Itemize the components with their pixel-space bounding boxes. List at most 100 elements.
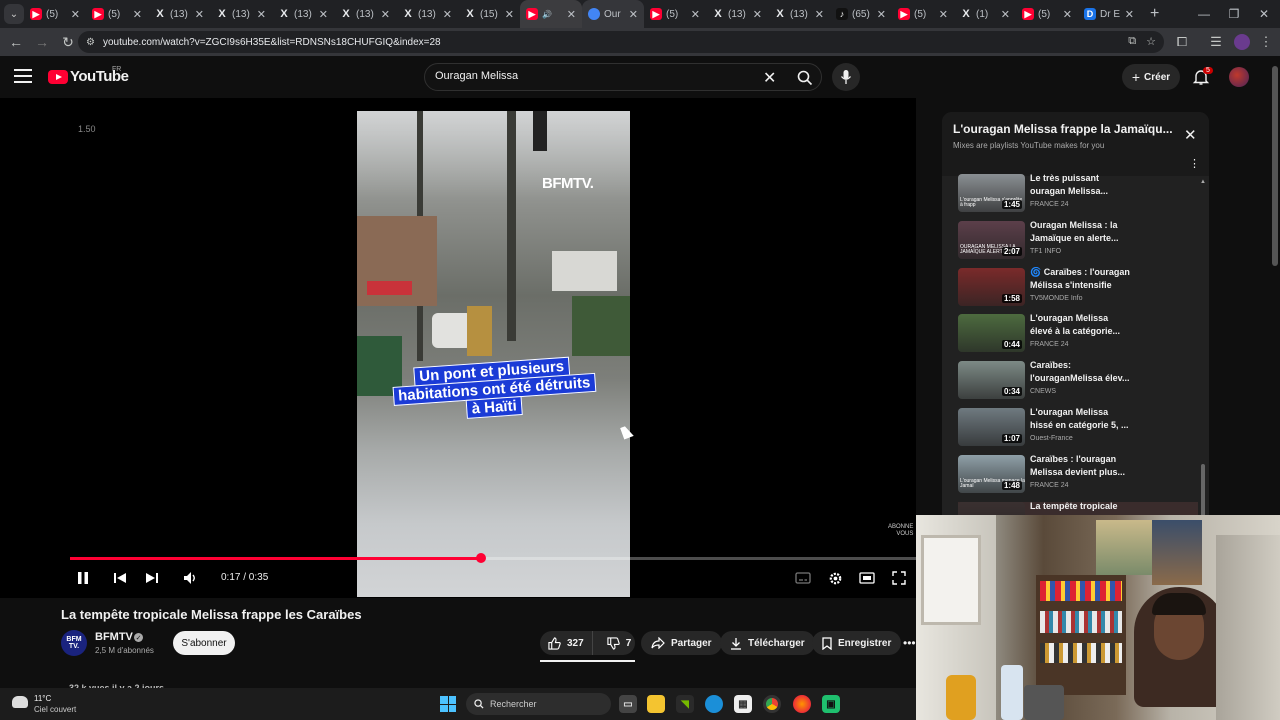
browser-tab[interactable]: ♪ (65) ✕ bbox=[830, 0, 892, 28]
fullscreen-button[interactable] bbox=[890, 568, 908, 588]
playlist-item[interactable]: 0:44 L'ouragan Melissa élevé à la catégori… bbox=[958, 313, 1198, 354]
search-input[interactable] bbox=[435, 70, 755, 82]
playlist-thumbnail[interactable]: 1:07 bbox=[958, 408, 1025, 446]
close-tab-icon[interactable]: ✕ bbox=[505, 8, 514, 21]
channel-avatar[interactable]: BFM TV. bbox=[61, 630, 87, 656]
new-tab-button[interactable]: + bbox=[1150, 5, 1159, 23]
weather-description[interactable]: Ciel couvert bbox=[34, 705, 76, 714]
nvidia-icon[interactable]: ◥ bbox=[676, 695, 694, 713]
back-button[interactable]: ← bbox=[4, 30, 28, 54]
chrome-icon[interactable] bbox=[763, 695, 781, 713]
close-tab-icon[interactable]: ✕ bbox=[71, 8, 80, 21]
browser-tab[interactable]: X (13) ✕ bbox=[706, 0, 768, 28]
close-tab-icon[interactable]: ✕ bbox=[319, 8, 328, 21]
playlist-item[interactable]: 1:07 L'ouragan Melissa hissé en catégorie … bbox=[958, 407, 1198, 448]
pause-button[interactable] bbox=[76, 568, 90, 588]
like-button[interactable]: 327 bbox=[540, 631, 593, 655]
profile-avatar[interactable] bbox=[1230, 30, 1254, 54]
channel-name[interactable]: BFMTV bbox=[95, 631, 133, 643]
forward-button[interactable]: → bbox=[30, 30, 54, 54]
windows-start-icon[interactable] bbox=[440, 696, 456, 712]
playlist-thumbnail[interactable]: 0:44 bbox=[958, 314, 1025, 353]
progress-bar[interactable] bbox=[70, 553, 916, 563]
firefox-icon[interactable] bbox=[793, 695, 811, 713]
playlist-item[interactable]: 1:58 🌀 Caraïbes : l'ouragan Mélissa s'inte… bbox=[958, 267, 1198, 308]
close-tab-icon[interactable]: ✕ bbox=[815, 8, 824, 21]
close-tab-icon[interactable]: ✕ bbox=[1063, 8, 1072, 21]
browser-tab[interactable]: X (13) ✕ bbox=[768, 0, 830, 28]
playlist-item[interactable]: L'ouragan Melissa s'apprête à frapp 1:45 L… bbox=[958, 173, 1198, 214]
taskbar-search-box[interactable]: Rechercher bbox=[466, 693, 611, 715]
microsoft-store-icon[interactable]: ▦ bbox=[734, 695, 752, 713]
video-player[interactable]: 1.50 BFMTV. Un pont et plusieurs habitat… bbox=[0, 98, 916, 598]
theater-mode-button[interactable] bbox=[858, 568, 876, 588]
video-frame[interactable]: BFMTV. Un pont et plusieurs habitations … bbox=[357, 111, 630, 597]
browser-tab[interactable]: ▶ (5) ✕ bbox=[24, 0, 86, 28]
close-tab-icon[interactable]: ✕ bbox=[691, 8, 700, 21]
close-tab-icon[interactable]: ✕ bbox=[629, 8, 638, 21]
reload-button[interactable]: ↻ bbox=[56, 30, 80, 54]
playlist-thumbnail[interactable]: L'ouragan Melissa menace la Jamaï 1:48 bbox=[958, 454, 1025, 493]
subtitles-button[interactable] bbox=[794, 568, 812, 588]
app-icon[interactable]: ▣ bbox=[822, 695, 840, 713]
cloud-weather-icon[interactable] bbox=[12, 696, 28, 708]
address-bar[interactable]: ⚙ youtube.com/watch?v=ZGCI9s6H35E&list=R… bbox=[78, 31, 1164, 53]
close-tab-icon[interactable]: ✕ bbox=[939, 8, 948, 21]
playlist-scrollbar[interactable]: ▲ bbox=[1200, 179, 1206, 522]
close-tab-icon[interactable]: ✕ bbox=[753, 8, 762, 21]
close-playlist-icon[interactable]: ✕ bbox=[1184, 126, 1197, 144]
clear-search-icon[interactable]: ✕ bbox=[763, 68, 776, 88]
edge-browser-icon[interactable] bbox=[705, 695, 723, 713]
browser-tab[interactable]: X (13) ✕ bbox=[272, 0, 334, 28]
close-tab-icon[interactable]: ✕ bbox=[877, 8, 886, 21]
minimize-button[interactable]: — bbox=[1188, 0, 1220, 28]
save-button[interactable]: Enregistrer bbox=[812, 631, 902, 655]
weather-temperature[interactable]: 11°C bbox=[34, 694, 51, 703]
close-tab-icon[interactable]: ✕ bbox=[257, 8, 266, 21]
restore-button[interactable]: ❐ bbox=[1218, 0, 1250, 28]
browser-tab[interactable]: D Dr E ✕ bbox=[1078, 0, 1140, 28]
browser-tab[interactable]: ▶ (5) ✕ bbox=[1016, 0, 1078, 28]
previous-button[interactable] bbox=[112, 568, 128, 588]
page-scroll-thumb[interactable] bbox=[1272, 66, 1278, 266]
download-button[interactable]: Télécharger bbox=[720, 631, 815, 655]
browser-tab[interactable]: X (13) ✕ bbox=[148, 0, 210, 28]
browser-tab[interactable]: ▶ (5) ✕ bbox=[892, 0, 954, 28]
reading-list-icon[interactable]: ☰ bbox=[1204, 30, 1228, 54]
playlist-thumbnail[interactable]: OURAGAN MELISSA LA JAMAÏQUE ALERTE MAXI 2… bbox=[958, 220, 1025, 259]
playlist-thumbnail[interactable]: 0:34 bbox=[958, 361, 1025, 400]
close-tab-icon[interactable]: ✕ bbox=[195, 8, 204, 21]
playlist-thumbnail[interactable]: L'ouragan Melissa s'apprête à frapp 1:45 bbox=[958, 174, 1025, 212]
browser-tab[interactable]: X (13) ✕ bbox=[396, 0, 458, 28]
close-tab-icon[interactable]: ✕ bbox=[1125, 8, 1134, 21]
scroll-up-arrow-icon[interactable]: ▲ bbox=[1200, 179, 1206, 185]
tab-search-button[interactable]: ⌄ bbox=[4, 4, 24, 24]
playlist-title[interactable]: L'ouragan Melissa frappe la Jamaïqu... bbox=[953, 122, 1183, 136]
bookmark-star-icon[interactable]: ☆ bbox=[1146, 35, 1156, 48]
extensions-icon[interactable]: ⧠ bbox=[1170, 30, 1194, 54]
volume-button[interactable] bbox=[182, 568, 200, 588]
close-tab-icon[interactable]: ✕ bbox=[381, 8, 390, 21]
task-view-icon[interactable]: ▭ bbox=[619, 695, 637, 713]
close-window-button[interactable]: ✕ bbox=[1248, 0, 1280, 28]
playlist-scroll-thumb[interactable] bbox=[1201, 464, 1205, 522]
browser-tab[interactable]: X (13) ✕ bbox=[334, 0, 396, 28]
account-avatar[interactable] bbox=[1229, 67, 1249, 87]
close-tab-icon[interactable]: ✕ bbox=[443, 8, 452, 21]
playlist-menu-icon[interactable]: ⋮ bbox=[1189, 157, 1200, 170]
browser-tab[interactable]: Our ✕ bbox=[582, 0, 644, 28]
audio-playing-icon[interactable]: 🔊 bbox=[542, 10, 552, 19]
browser-tab[interactable]: X (15) ✕ bbox=[458, 0, 520, 28]
playlist-item[interactable]: L'ouragan Melissa menace la Jamaï 1:48 Car… bbox=[958, 454, 1198, 495]
playlist-thumbnail[interactable]: 1:58 bbox=[958, 267, 1025, 306]
youtube-logo[interactable]: YouTube FR bbox=[48, 66, 129, 85]
close-tab-icon[interactable]: ✕ bbox=[567, 8, 576, 21]
browser-tab[interactable]: ▶ 🔊 ✕ bbox=[520, 0, 582, 28]
hamburger-menu-icon[interactable] bbox=[14, 69, 32, 83]
site-info-icon[interactable]: ⚙ bbox=[86, 37, 95, 48]
more-actions-icon[interactable]: ••• bbox=[903, 636, 916, 650]
dislike-button[interactable]: 7 bbox=[599, 631, 640, 655]
close-tab-icon[interactable]: ✕ bbox=[133, 8, 142, 21]
browser-tab[interactable]: ▶ (5) ✕ bbox=[644, 0, 706, 28]
create-button[interactable]: + Créer bbox=[1122, 64, 1180, 90]
